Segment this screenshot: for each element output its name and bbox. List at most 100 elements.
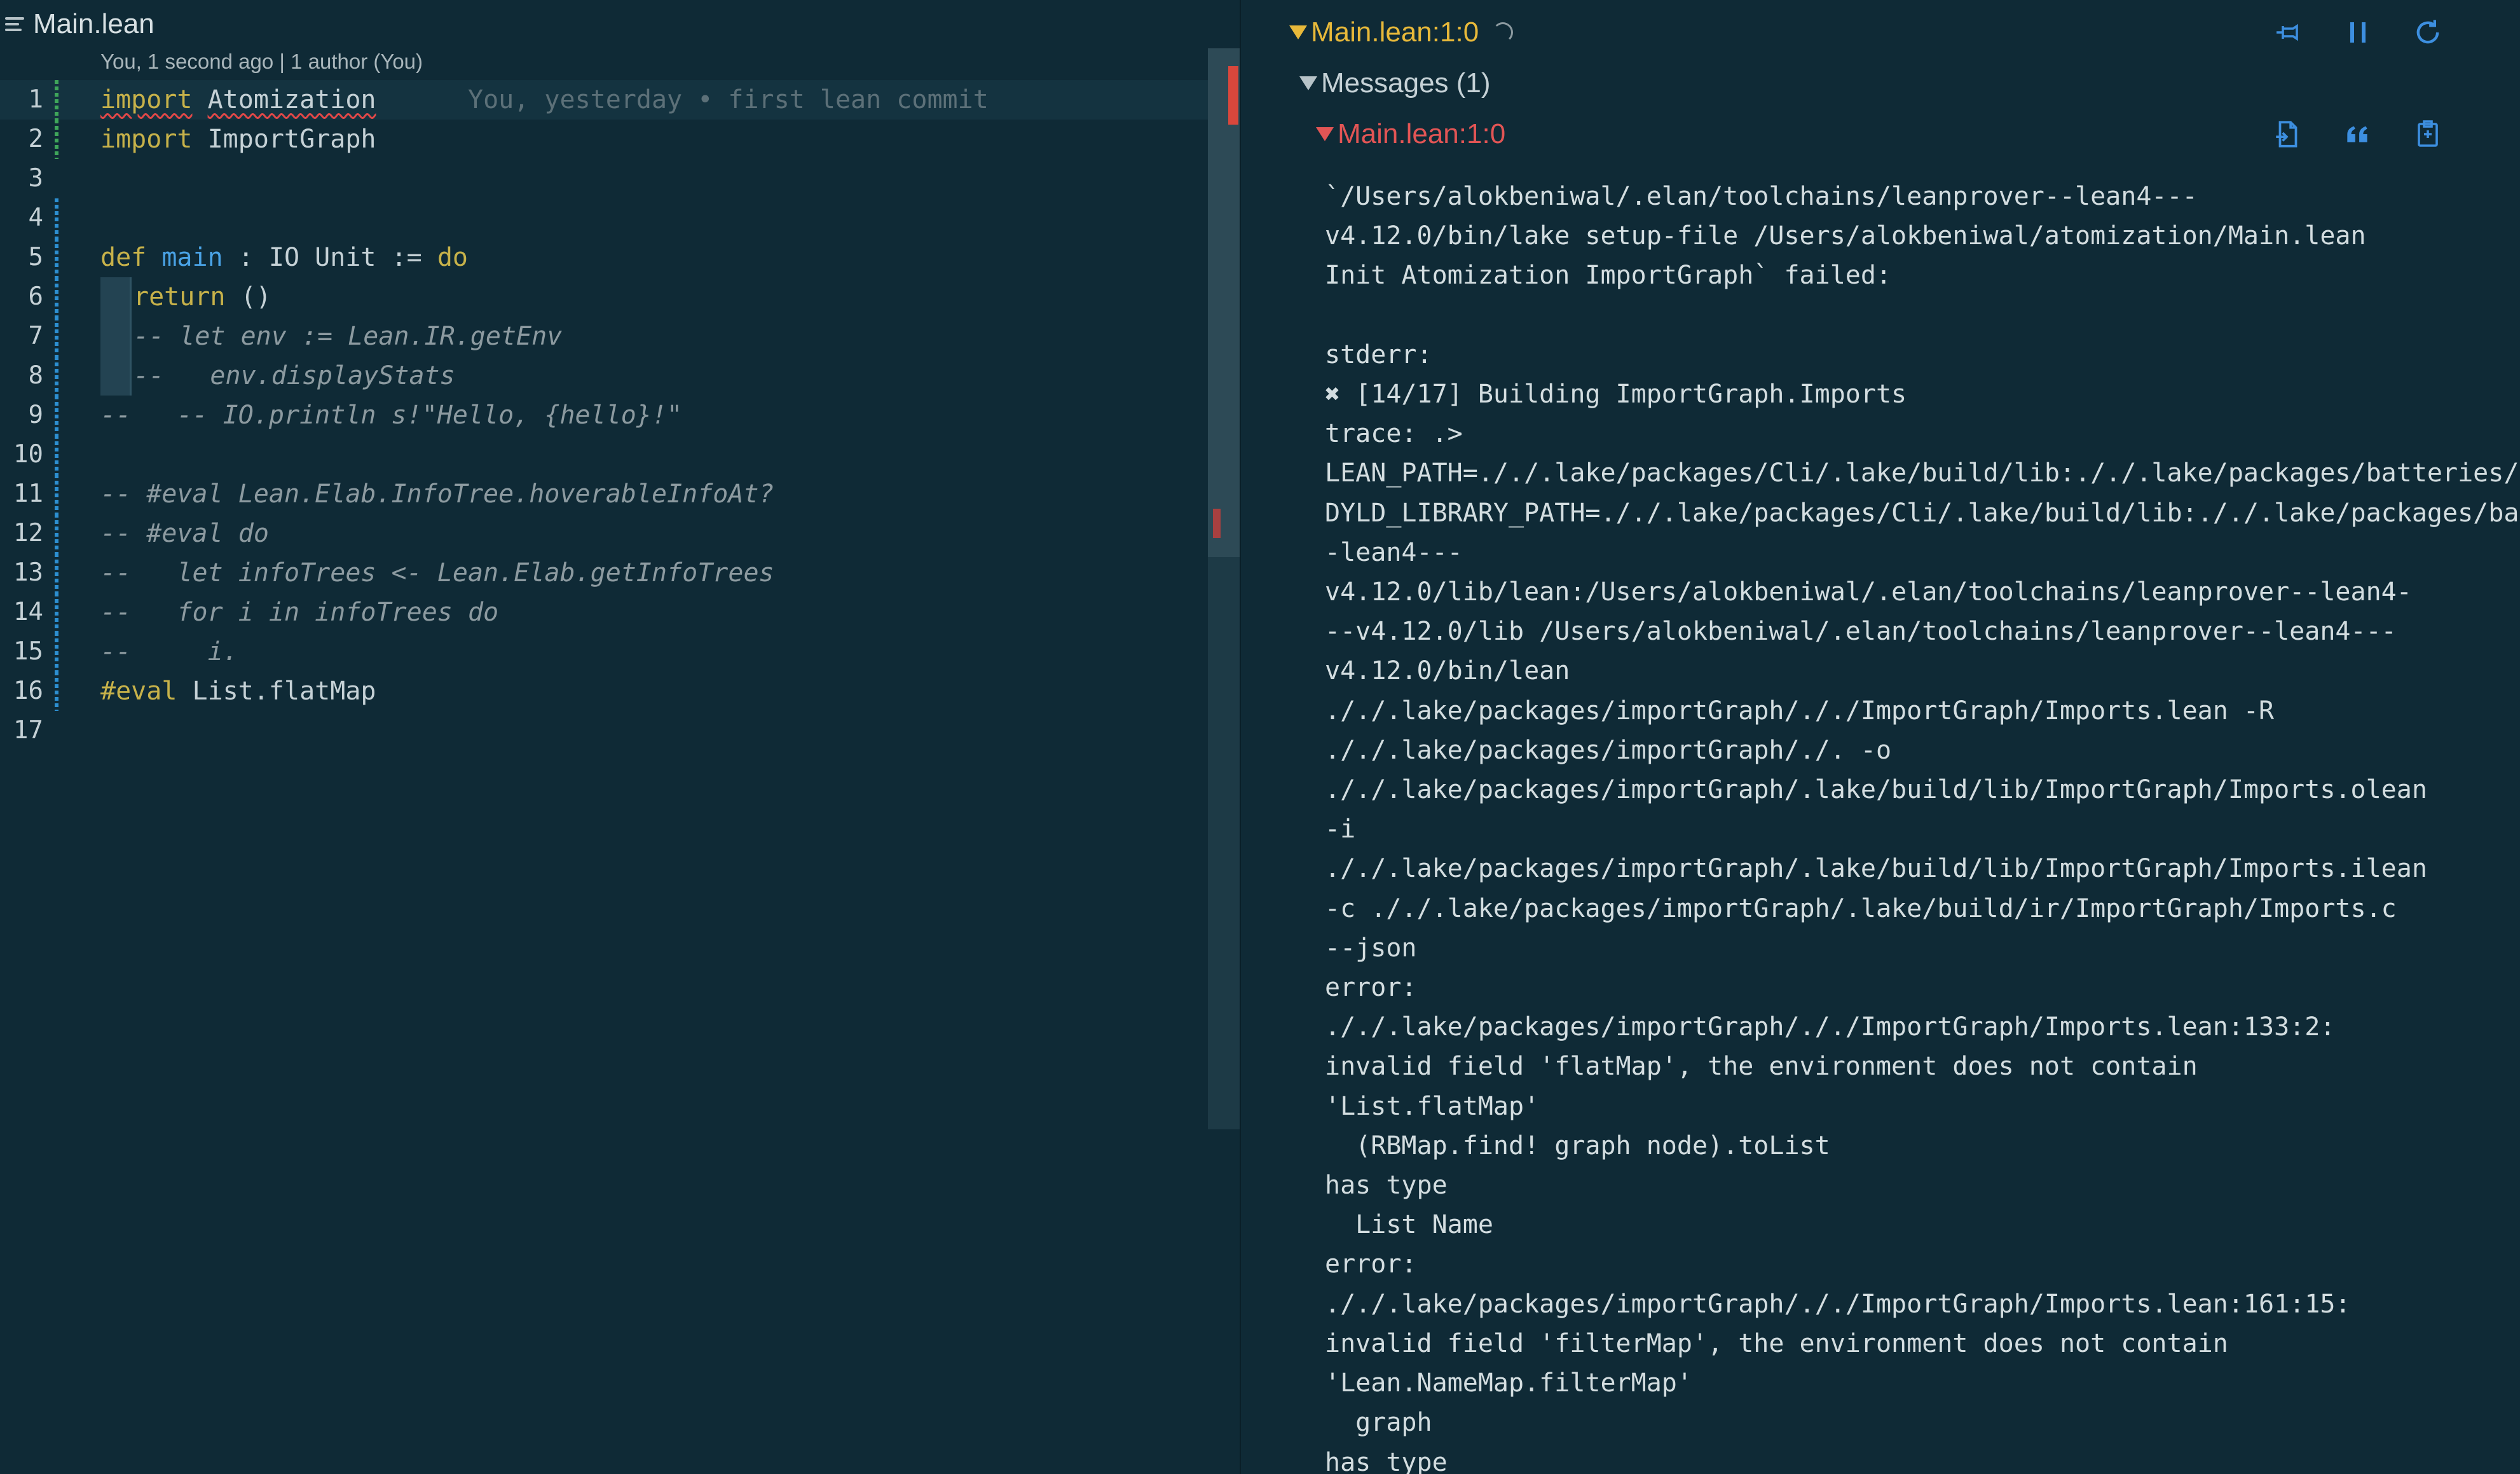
- code-line[interactable]: 15 -- i.: [0, 632, 1208, 672]
- message-line: error:: [1325, 1250, 1417, 1279]
- code-line[interactable]: 16 #eval List.flatMap: [0, 672, 1208, 711]
- code-line[interactable]: 9 -- -- IO.println s!"Hello, {hello}!": [0, 396, 1208, 435]
- message-line: 'Lean.NameMap.filterMap': [1325, 1368, 1692, 1398]
- message-location[interactable]: Main.lean:1:0: [1338, 118, 1505, 150]
- message-line: -c ././.lake/packages/importGraph/.lake/…: [1325, 893, 2397, 923]
- git-change-marker[interactable]: [55, 435, 58, 474]
- editor-scrollbar-thumb[interactable]: [1208, 48, 1240, 557]
- code-line[interactable]: 11 -- #eval Lean.Elab.InfoTree.hoverableI…: [0, 474, 1208, 514]
- collapse-triangle-icon[interactable]: [1316, 127, 1334, 141]
- code-text[interactable]: -- let env := Lean.IR.getEnv: [134, 317, 562, 356]
- copy-to-clipboard-icon[interactable]: [2407, 113, 2449, 155]
- code-line[interactable]: 8 -- env.displayStats: [0, 356, 1208, 396]
- git-change-marker[interactable]: [55, 593, 58, 632]
- line-number: 16: [13, 677, 43, 705]
- lean-infoview: Main.lean:1:0 Messages (1) Main.lean:1:0: [1241, 0, 2520, 1474]
- git-change-marker[interactable]: [55, 277, 58, 317]
- message-line: ✖ [14/17] Building ImportGraph.Imports: [1325, 380, 1907, 410]
- indent-guide: [100, 317, 132, 356]
- git-change-marker[interactable]: [55, 396, 58, 435]
- git-change-marker[interactable]: [55, 238, 58, 277]
- code-text[interactable]: -- #eval do: [100, 514, 269, 553]
- code-text[interactable]: -- let infoTrees <- Lean.Elab.getInfoTre…: [100, 553, 774, 593]
- code-line[interactable]: 7 -- let env := Lean.IR.getEnv: [0, 317, 1208, 356]
- code-line[interactable]: 2 import ImportGraph: [0, 120, 1208, 159]
- code-text[interactable]: -- -- IO.println s!"Hello, {hello}!": [100, 396, 682, 435]
- git-change-marker[interactable]: [55, 672, 58, 711]
- message-line: ././.lake/packages/importGraph/././Impor…: [1325, 1012, 2336, 1042]
- message-line: error:: [1325, 973, 1417, 1003]
- message-line: List Name: [1325, 1210, 1493, 1240]
- message-toolbar: [2267, 113, 2449, 155]
- git-change-marker[interactable]: [55, 553, 58, 593]
- message-line: ././.lake/packages/importGraph/././Impor…: [1325, 1289, 2351, 1319]
- copy-to-comment-icon[interactable]: [2337, 113, 2379, 155]
- editor-pane[interactable]: Main.lean You, 1 second ago | 1 author (…: [0, 0, 1240, 1474]
- git-change-marker[interactable]: [55, 80, 58, 120]
- code-text[interactable]: import Atomization You, yesterday • firs…: [100, 80, 989, 120]
- error-marker: [1228, 66, 1238, 125]
- indent-guide: [100, 356, 132, 396]
- message-line: (RBMap.find! graph node).toList: [1325, 1131, 1830, 1161]
- message-line: -lean4---: [1325, 537, 1463, 567]
- git-change-marker[interactable]: [55, 356, 58, 396]
- code-line[interactable]: 10: [0, 435, 1208, 474]
- line-number: 12: [13, 519, 43, 548]
- pause-icon[interactable]: [2337, 11, 2379, 53]
- git-blame-codelens[interactable]: You, 1 second ago | 1 author (You): [100, 50, 423, 74]
- outline-menu-icon[interactable]: [5, 15, 24, 34]
- code-line[interactable]: 6 return (): [0, 277, 1208, 317]
- code-text[interactable]: -- i.: [100, 632, 238, 672]
- message-line: LEAN_PATH=././.lake/packages/Cli/.lake/b…: [1325, 458, 2520, 488]
- git-change-marker[interactable]: [55, 317, 58, 356]
- line-number: 5: [28, 243, 43, 272]
- refresh-icon[interactable]: [2407, 11, 2449, 53]
- messages-section-header[interactable]: Messages (1): [1299, 64, 1491, 103]
- collapse-triangle-icon[interactable]: [1289, 25, 1307, 39]
- code-text[interactable]: #eval List.flatMap: [100, 672, 376, 711]
- git-change-marker[interactable]: [55, 514, 58, 553]
- message-line: stderr:: [1325, 340, 1432, 369]
- code-text[interactable]: def main : IO Unit := do: [100, 238, 468, 277]
- go-to-file-icon[interactable]: [2267, 113, 2309, 155]
- message-line: v4.12.0/bin/lean: [1325, 656, 1570, 686]
- message-line: ././.lake/packages/importGraph/././Impor…: [1325, 696, 2275, 726]
- message-line: ././.lake/packages/importGraph/.lake/bui…: [1325, 854, 2427, 884]
- code-text[interactable]: -- env.displayStats: [134, 356, 455, 396]
- code-line[interactable]: 4: [0, 198, 1208, 238]
- message-line: -i: [1325, 815, 1356, 844]
- message-location-header[interactable]: Main.lean:1:0: [1316, 114, 1505, 154]
- code-line[interactable]: 17: [0, 711, 1208, 750]
- line-number: 15: [13, 637, 43, 666]
- indent-guide: [100, 277, 132, 317]
- error-marker: [1213, 509, 1221, 538]
- infoview-header[interactable]: Main.lean:1:0: [1289, 13, 1514, 52]
- infoview-toolbar: [2267, 11, 2449, 53]
- editor-tab[interactable]: Main.lean: [5, 4, 154, 45]
- code-area[interactable]: 1 import Atomization You, yesterday • fir…: [0, 80, 1208, 750]
- collapse-triangle-icon[interactable]: [1299, 76, 1317, 90]
- code-line[interactable]: 12 -- #eval do: [0, 514, 1208, 553]
- code-line[interactable]: 3: [0, 159, 1208, 198]
- message-line: 'List.flatMap': [1325, 1091, 1540, 1121]
- code-text[interactable]: import ImportGraph: [100, 120, 376, 159]
- code-text[interactable]: return (): [134, 277, 271, 317]
- code-line[interactable]: 1 import Atomization You, yesterday • fir…: [0, 80, 1208, 120]
- code-line[interactable]: 5 def main : IO Unit := do: [0, 238, 1208, 277]
- line-number: 6: [28, 282, 43, 311]
- message-line: DYLD_LIBRARY_PATH=././.lake/packages/Cli…: [1325, 498, 2520, 528]
- line-number: 17: [13, 716, 43, 745]
- code-text[interactable]: -- #eval Lean.Elab.InfoTree.hoverableInf…: [100, 474, 774, 514]
- code-line[interactable]: 13 -- let infoTrees <- Lean.Elab.getInfoT…: [0, 553, 1208, 593]
- code-text[interactable]: -- for i in infoTrees do: [100, 593, 498, 632]
- git-change-marker[interactable]: [55, 198, 58, 238]
- message-line: has type: [1325, 1171, 1448, 1201]
- git-change-marker[interactable]: [55, 120, 58, 159]
- pin-icon[interactable]: [2267, 11, 2309, 53]
- git-change-marker[interactable]: [55, 474, 58, 514]
- line-number: 13: [13, 558, 43, 587]
- git-change-marker[interactable]: [55, 632, 58, 672]
- code-line[interactable]: 14 -- for i in infoTrees do: [0, 593, 1208, 632]
- message-line: `/Users/alokbeniwal/.elan/toolchains/lea…: [1325, 182, 2198, 211]
- message-line: ././.lake/packages/importGraph/.lake/bui…: [1325, 775, 2427, 805]
